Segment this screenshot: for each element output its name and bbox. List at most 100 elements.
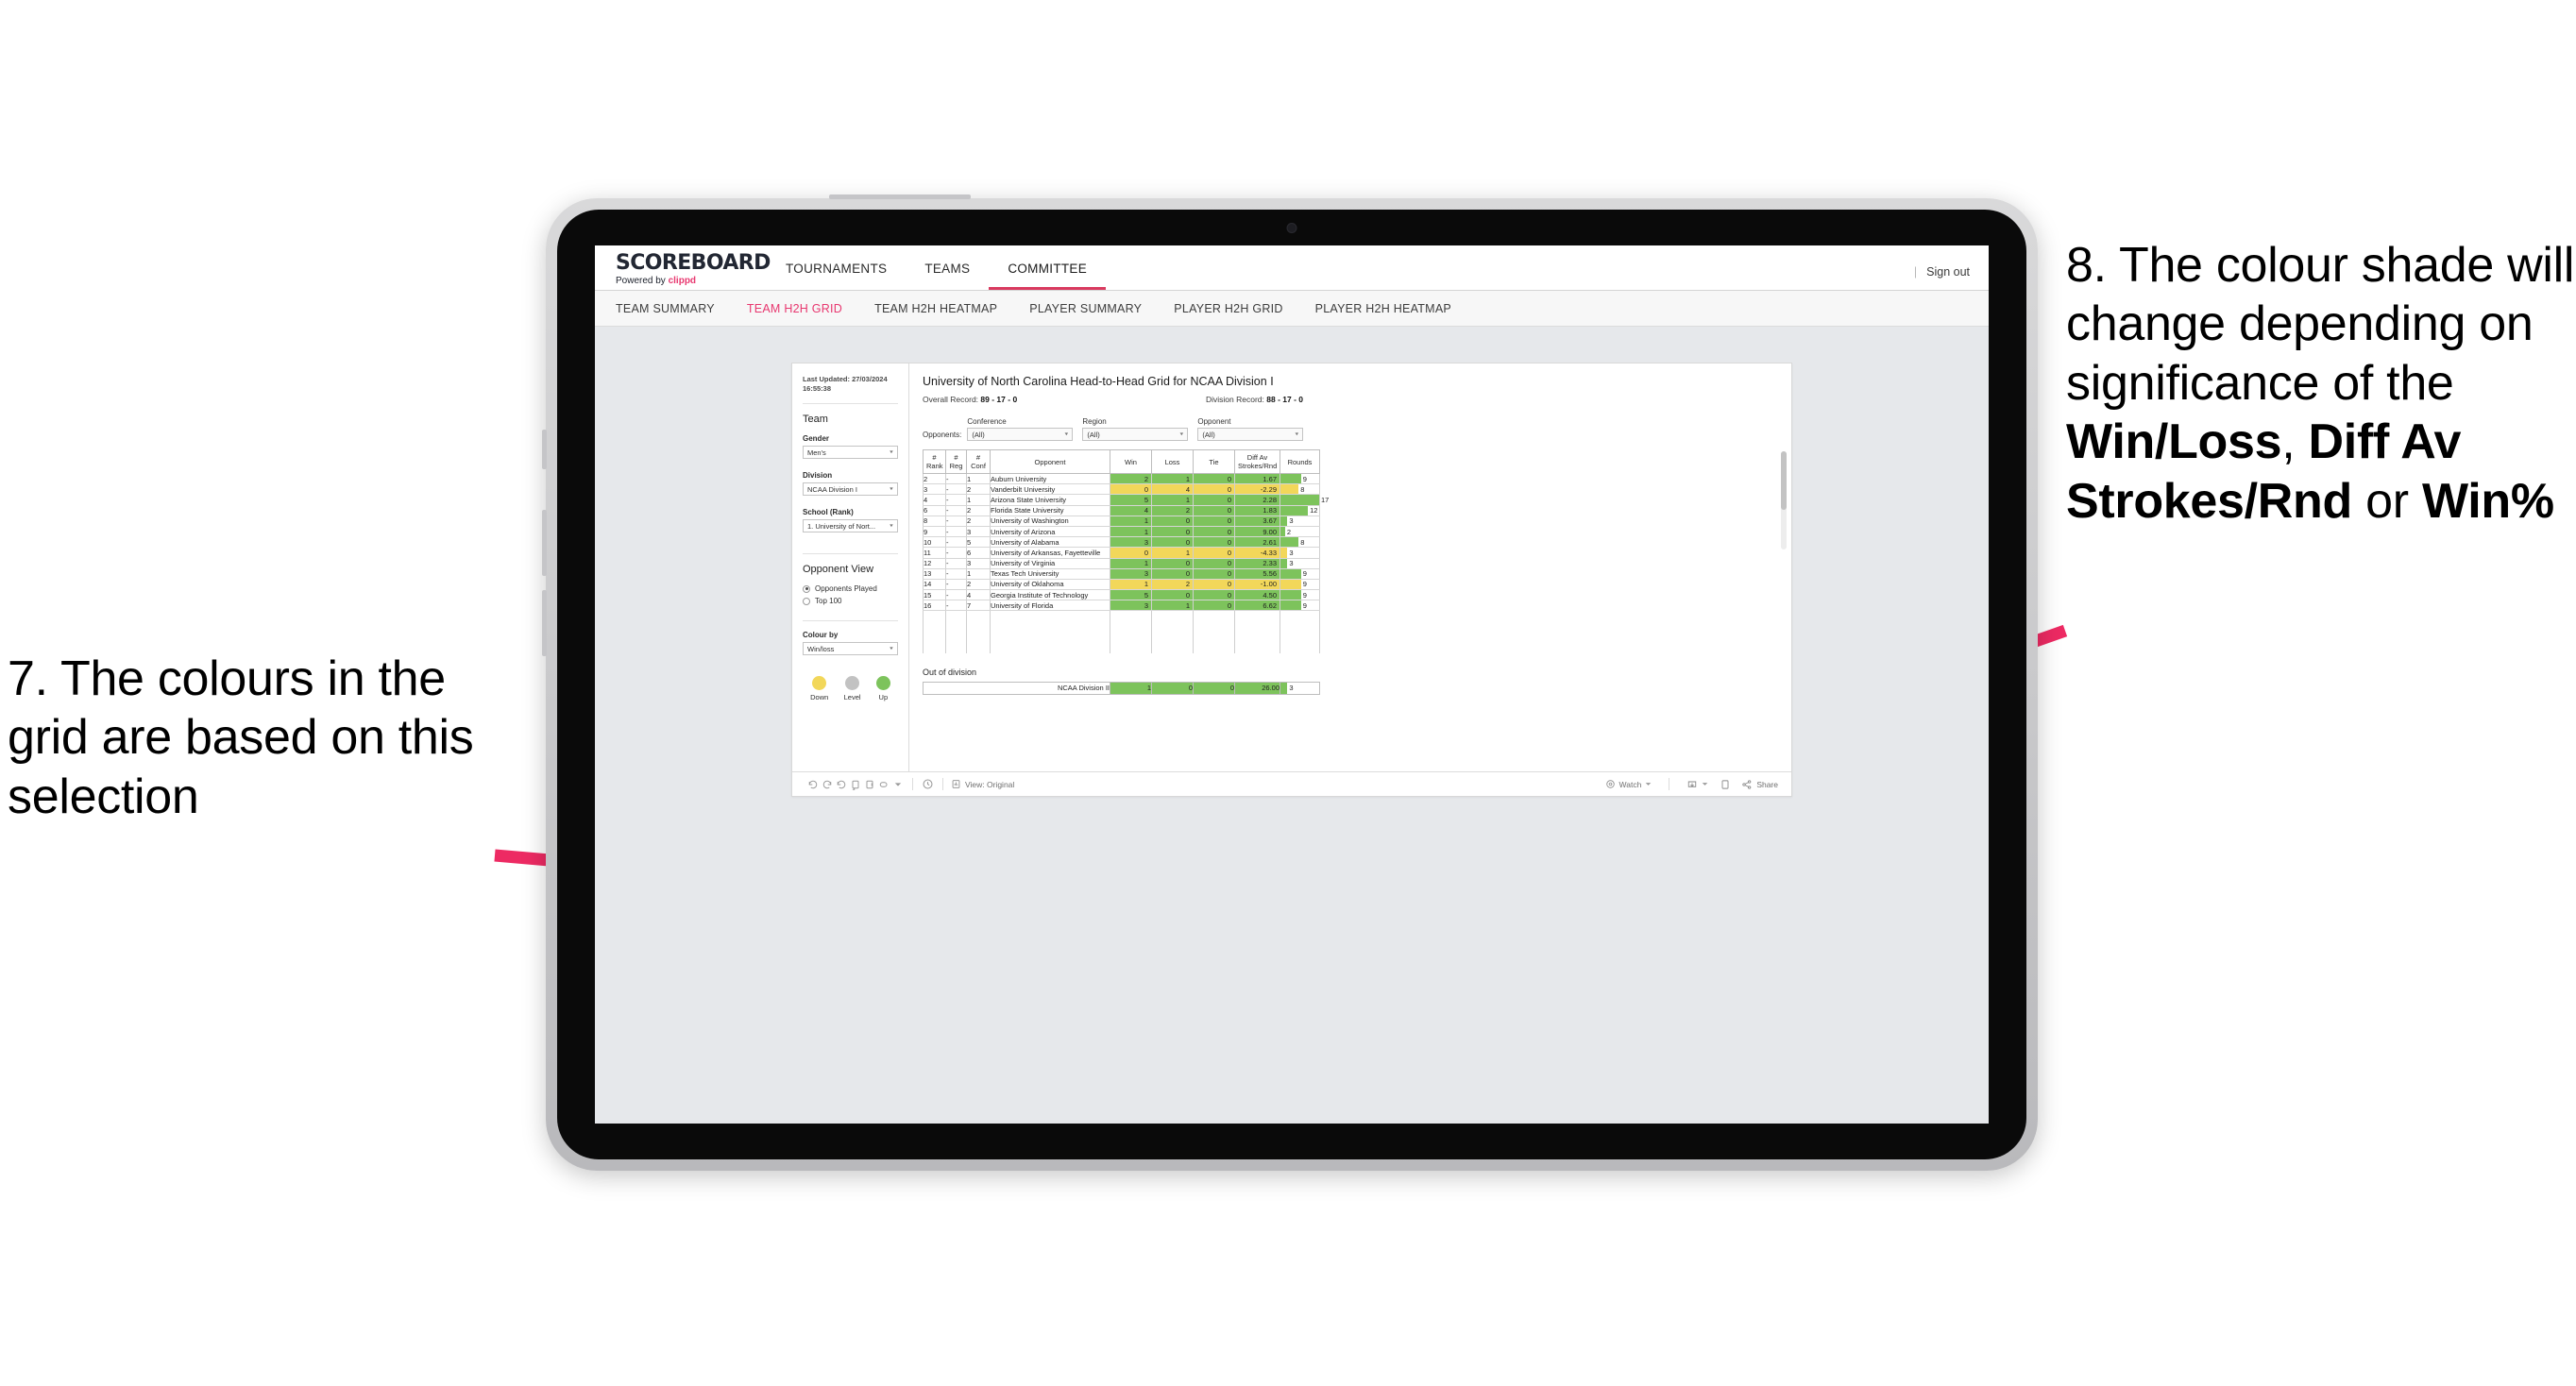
conference-filter-select[interactable]: (All) ▼ xyxy=(967,428,1074,441)
annotation-right-mid2: or xyxy=(2352,473,2422,529)
nav-committee[interactable]: COMMITTEE xyxy=(989,262,1107,290)
pause-updates-icon[interactable] xyxy=(862,778,876,791)
tab-team-h2h-grid[interactable]: TEAM H2H GRID xyxy=(747,302,842,315)
front-camera-icon xyxy=(1286,223,1297,233)
chevron-down-icon: ▼ xyxy=(889,487,894,492)
table-row[interactable]: 15-4 Georgia Institute of Technology 5 0 0 4.… xyxy=(923,589,1320,601)
empty-cell xyxy=(990,632,1110,643)
revert-icon[interactable] xyxy=(834,778,848,791)
table-row[interactable]: 11-6 University of Arkansas, Fayetteville… xyxy=(923,547,1320,559)
cell-tie: 0 xyxy=(1193,558,1235,569)
full-screen-icon[interactable] xyxy=(1718,778,1732,791)
annotation-left: 7. The colours in the grid are based on … xyxy=(8,651,474,824)
radio-top-100[interactable]: Top 100 xyxy=(803,597,898,605)
cell-conf: 2 xyxy=(966,505,991,516)
watch-button[interactable]: Watch xyxy=(1605,779,1652,789)
table-row[interactable]: 16-7 University of Florida 3 1 0 6.62 9 xyxy=(923,600,1320,612)
empty-cell xyxy=(1193,610,1235,622)
legend-dot-down-icon xyxy=(812,676,827,691)
table-row[interactable]: 10-5 University of Alabama 3 0 0 2.61 8 xyxy=(923,536,1320,549)
division-select[interactable]: NCAA Division I ▼ xyxy=(803,482,898,497)
cell-opponent: Auburn University xyxy=(990,473,1110,485)
cell-opponent: Georgia Institute of Technology xyxy=(990,589,1110,601)
cell-reg: - xyxy=(945,473,967,485)
cell-rounds: 9 xyxy=(1280,568,1320,580)
tab-player-h2h-heatmap[interactable]: PLAYER H2H HEATMAP xyxy=(1315,302,1451,315)
header-opponent[interactable]: Opponent xyxy=(990,449,1110,474)
cell-loss: 0 xyxy=(1151,558,1194,569)
table-row[interactable]: 6-2 Florida State University 4 2 0 1.83 12 xyxy=(923,505,1320,516)
logo-wordmark: SCOREBOARD xyxy=(616,251,771,275)
colour-legend: Down Level Up xyxy=(803,676,898,701)
undo-icon[interactable] xyxy=(805,778,820,791)
colour-by-select[interactable]: Win/loss ▼ xyxy=(803,642,898,656)
share-label: Share xyxy=(1756,779,1778,789)
app-logo[interactable]: SCOREBOARD Powered by clippd xyxy=(616,251,771,290)
nav-teams[interactable]: TEAMS xyxy=(906,262,989,290)
refresh-icon[interactable] xyxy=(848,778,862,791)
empty-cell xyxy=(1151,642,1194,653)
app-header: SCOREBOARD Powered by clippd TOURNAMENTS… xyxy=(595,245,1989,291)
chevron-down-icon[interactable] xyxy=(890,778,905,791)
header-loss[interactable]: Loss xyxy=(1151,449,1194,474)
radio-opponents-played[interactable]: Opponents Played xyxy=(803,584,898,593)
volume-up-button[interactable] xyxy=(542,510,547,576)
legend-item-level: Level xyxy=(844,676,861,701)
cell-reg: - xyxy=(945,589,967,601)
view-original-button[interactable]: View: Original xyxy=(951,779,1014,789)
table-row[interactable]: 9-3 University of Arizona 1 0 0 9.00 2 xyxy=(923,526,1320,538)
header-diff[interactable]: Diff Av Strokes/Rnd xyxy=(1234,449,1280,474)
region-filter-select[interactable]: (All) ▼ xyxy=(1082,428,1189,441)
table-row[interactable]: 8-2 University of Washington 1 0 0 3.67 3 xyxy=(923,516,1320,527)
header-win[interactable]: Win xyxy=(1110,449,1152,474)
redo-icon[interactable] xyxy=(820,778,834,791)
cell-tie: 0 xyxy=(1193,505,1235,516)
gender-value: Men's xyxy=(807,448,826,457)
school-select[interactable]: 1. University of Nort... ▼ xyxy=(803,519,898,533)
empty-cell xyxy=(945,642,967,653)
tab-team-h2h-heatmap[interactable]: TEAM H2H HEATMAP xyxy=(874,302,997,315)
scrollbar-thumb[interactable] xyxy=(1781,451,1787,510)
screenshot-root: 7. The colours in the grid are based on … xyxy=(0,0,2576,1386)
download-button[interactable] xyxy=(1686,779,1708,790)
nav-tournaments[interactable]: TOURNAMENTS xyxy=(767,262,906,290)
share-button[interactable]: Share xyxy=(1741,779,1778,790)
table-row[interactable]: 4-1 Arizona State University 5 1 0 2.28 17 xyxy=(923,494,1329,506)
cell-rank: 13 xyxy=(923,568,946,580)
header-rounds[interactable]: Rounds xyxy=(1280,449,1320,474)
table-row[interactable]: 3-2 Vanderbilt University 0 4 0 -2.29 8 xyxy=(923,483,1320,496)
table-row[interactable]: 13-1 Texas Tech University 3 0 0 5.56 9 xyxy=(923,568,1320,580)
cell-diff: 1.83 xyxy=(1234,505,1280,516)
colour-by-value: Win/loss xyxy=(807,644,835,653)
history-icon[interactable] xyxy=(921,778,935,791)
sign-out-link[interactable]: Sign out xyxy=(1926,265,1970,279)
tab-player-h2h-grid[interactable]: PLAYER H2H GRID xyxy=(1174,302,1282,315)
power-button[interactable] xyxy=(542,430,547,469)
cell-loss: 0 xyxy=(1151,526,1194,538)
volume-down-button[interactable] xyxy=(542,590,547,656)
highlight-icon[interactable] xyxy=(876,778,890,791)
cell-reg: - xyxy=(945,526,967,538)
gender-select[interactable]: Men's ▼ xyxy=(803,446,898,460)
tab-player-summary[interactable]: PLAYER SUMMARY xyxy=(1029,302,1142,315)
cell-opponent: Arizona State University xyxy=(990,494,1110,506)
header-tie[interactable]: Tie xyxy=(1193,449,1235,474)
table-row[interactable]: 2-1 Auburn University 2 1 0 1.67 9 xyxy=(923,473,1320,485)
cell-reg: - xyxy=(945,494,967,506)
logo-brand-name: clippd xyxy=(668,276,697,286)
workbook-container: Last Updated: 27/03/2024 16:55:38 Team G… xyxy=(791,363,1792,797)
viz-title: University of North Carolina Head-to-Hea… xyxy=(923,375,1274,388)
cell-win: 3 xyxy=(1110,600,1152,612)
opponent-filter-select[interactable]: (All) ▼ xyxy=(1197,428,1304,441)
table-row[interactable]: 12-3 University of Virginia 1 0 0 2.33 3 xyxy=(923,558,1320,569)
cell-win: 2 xyxy=(1110,473,1152,485)
cell-diff: 3.67 xyxy=(1234,516,1280,527)
header-rank[interactable]: # Rank xyxy=(923,449,946,474)
header-conf[interactable]: # Conf xyxy=(966,449,991,474)
table-row[interactable]: 14-2 University of Oklahoma 1 2 0 -1.00 9 xyxy=(923,579,1320,591)
cell-tie: 0 xyxy=(1193,526,1235,538)
colour-by-label: Colour by xyxy=(803,631,839,640)
tab-team-summary[interactable]: TEAM SUMMARY xyxy=(616,302,715,315)
header-reg[interactable]: # Reg xyxy=(945,449,967,474)
table-vertical-scrollbar[interactable] xyxy=(1781,451,1787,549)
